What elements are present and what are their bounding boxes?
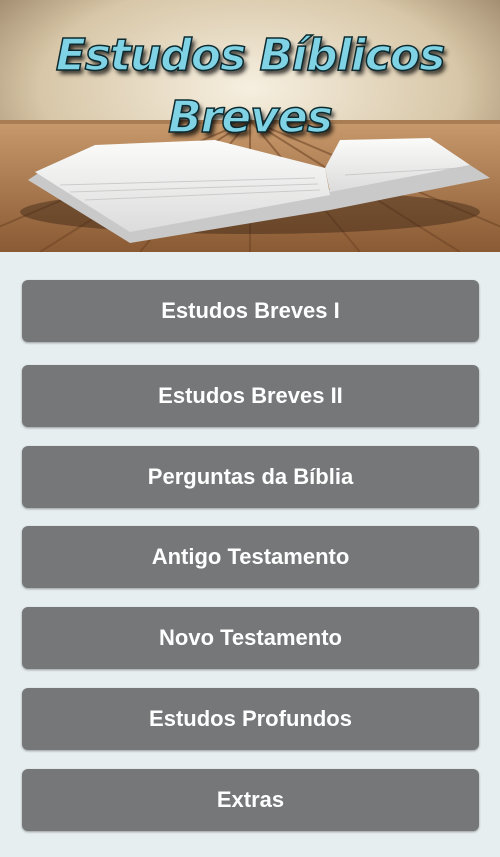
main-menu: Estudos Breves I Estudos Breves II Pergu… xyxy=(0,252,500,857)
menu-button-label: Novo Testamento xyxy=(159,625,342,650)
menu-button-label: Antigo Testamento xyxy=(151,544,350,569)
menu-button-label: Extras xyxy=(216,787,285,812)
menu-button-novo-testamento[interactable]: Novo Testamento xyxy=(22,607,479,669)
header-banner: Estudos Bíblicos Breves xyxy=(0,0,500,252)
menu-button-extras[interactable]: Extras xyxy=(22,769,479,831)
menu-button-estudos-profundos[interactable]: Estudos Profundos xyxy=(22,688,479,750)
app-title-line1: Estudos Bíblicos xyxy=(55,29,446,82)
menu-button-label: Perguntas da Bíblia xyxy=(147,464,354,489)
menu-button-estudos-breves-i[interactable]: Estudos Breves I xyxy=(22,280,479,342)
menu-button-perguntas-da-biblia[interactable]: Perguntas da Bíblia xyxy=(22,446,479,508)
menu-button-antigo-testamento[interactable]: Antigo Testamento xyxy=(22,526,479,588)
app-title-line2: Breves xyxy=(167,91,333,144)
menu-button-label: Estudos Breves I xyxy=(161,298,340,323)
menu-button-estudos-breves-ii[interactable]: Estudos Breves II xyxy=(22,365,479,427)
menu-button-label: Estudos Breves II xyxy=(158,383,343,408)
menu-button-label: Estudos Profundos xyxy=(149,706,352,731)
